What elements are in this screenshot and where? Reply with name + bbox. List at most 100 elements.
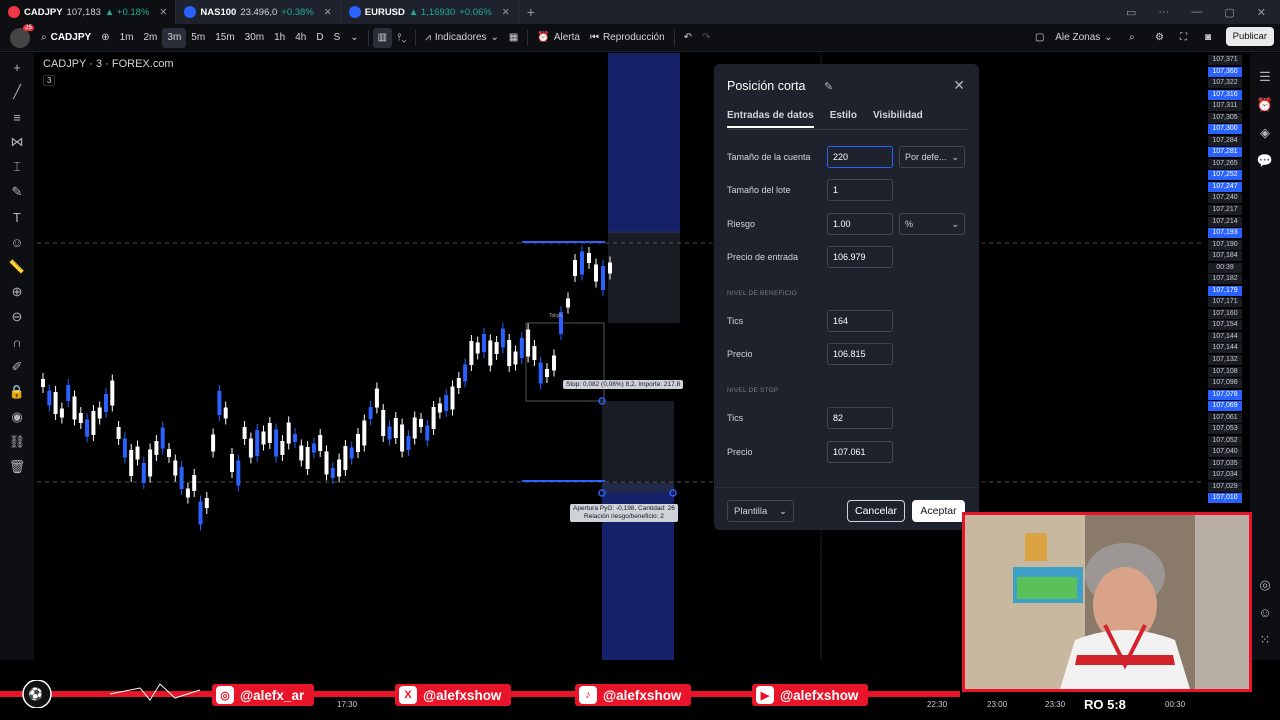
help-icon[interactable]: ◎ xyxy=(1259,577,1270,593)
profit-price-input[interactable] xyxy=(827,343,893,365)
trendline-icon[interactable]: ╱ xyxy=(8,84,26,100)
interval-s[interactable]: S xyxy=(329,24,346,52)
compare-icon[interactable]: ⊕ xyxy=(96,24,114,52)
snapshot-icon[interactable]: ◙ xyxy=(1200,24,1216,52)
divider xyxy=(527,29,529,46)
template-select[interactable]: Plantilla ⌄ xyxy=(727,500,794,522)
tab-inputs[interactable]: Entradas de datos xyxy=(727,110,814,128)
magnet-icon[interactable]: ∩ xyxy=(8,334,26,350)
candle-body xyxy=(425,425,430,441)
profit-ticks-row: Tics xyxy=(727,310,967,332)
replay-button[interactable]: ⏮ Reproducción xyxy=(585,24,670,52)
interval-3m[interactable]: 3m xyxy=(162,27,187,48)
interval-5m[interactable]: 5m xyxy=(186,24,210,52)
apps-icon[interactable]: ⁙ xyxy=(1260,632,1271,648)
entry-price-input[interactable] xyxy=(827,246,893,268)
tab-nas100[interactable]: NAS100 23.496,0 +0.38% ✕ xyxy=(176,0,341,24)
account-currency-select[interactable]: Por defe... ⌄ xyxy=(899,146,965,168)
indicator-count[interactable]: 3 xyxy=(43,75,56,86)
price-axis-label: 107,029 xyxy=(1208,481,1242,492)
time-axis[interactable]: 17:30 22:30 23:00 23:30 00:30 xyxy=(37,696,1205,716)
candle-body xyxy=(230,454,234,472)
emoji-icon[interactable]: ☺ xyxy=(8,234,26,250)
fullscreen-icon[interactable]: ⛶ xyxy=(1175,24,1192,52)
ruler-icon[interactable]: 📏 xyxy=(8,259,26,275)
tab-cadjpy[interactable]: CADJPY 107,183 ▲ +0.18% ✕ xyxy=(0,0,177,24)
stop-price-input[interactable] xyxy=(827,441,893,463)
crosshair-icon[interactable]: + xyxy=(8,59,26,75)
zoom-out-icon[interactable]: ⊖ xyxy=(8,309,26,325)
price-axis-label: 107,144 xyxy=(1208,331,1242,342)
interval-d[interactable]: D xyxy=(311,24,328,52)
lock-icon[interactable]: 🔒 xyxy=(8,384,26,400)
candle-body xyxy=(255,430,260,456)
symbol-search[interactable]: ⌕ CADJPY xyxy=(36,24,96,52)
tab-style[interactable]: Estilo xyxy=(830,110,857,128)
add-tab-icon[interactable]: + xyxy=(519,4,543,20)
link-icon[interactable]: ⛓ xyxy=(8,434,26,450)
interval-1m[interactable]: 1m xyxy=(115,24,139,52)
price-axis-label: 107,035 xyxy=(1208,458,1242,469)
candle-body xyxy=(280,441,285,455)
zoom-in-icon[interactable]: ⊕ xyxy=(8,284,26,300)
more-icon[interactable]: ··· xyxy=(1158,6,1169,18)
risk-unit-select[interactable]: % ⌄ xyxy=(899,213,965,235)
fib-icon[interactable]: ≡ xyxy=(8,109,26,125)
candles-icon[interactable]: ▥ xyxy=(372,27,393,48)
time-label: 23:30 xyxy=(1045,700,1066,709)
stop-tooltip-text: Stop: 0,082 (0,08%) 8,2, Importe: 217.8 xyxy=(566,381,681,388)
layers-icon[interactable]: ◈ xyxy=(1260,125,1270,141)
community-icon[interactable]: ☺ xyxy=(1258,605,1271,620)
accept-button[interactable]: Aceptar xyxy=(912,500,965,522)
stop-ticks-input[interactable] xyxy=(827,407,893,429)
chat-icon[interactable]: 💬 xyxy=(1257,153,1273,169)
pattern-icon[interactable]: ⋈ xyxy=(8,134,26,150)
alerts-icon[interactable]: ⏰ xyxy=(1257,97,1273,113)
candle-body xyxy=(261,431,266,445)
eye-icon[interactable]: ◉ xyxy=(8,409,26,425)
redo-icon[interactable]: ↷ xyxy=(697,24,715,52)
publish-button[interactable]: Publicar xyxy=(1225,27,1274,46)
settings-icon[interactable]: ⚙ xyxy=(1150,24,1169,52)
tab-eurusd[interactable]: EURUSD ▲ 1,16930 +0.06% ✕ xyxy=(341,0,519,24)
indicators-button[interactable]: ⩘ Indicadores ⌄ xyxy=(420,24,504,52)
alert-button[interactable]: ⏰ Alerta xyxy=(532,24,585,52)
interval-1h[interactable]: 1h xyxy=(269,24,290,52)
indicator-template-icon[interactable]: ⫯⌄ xyxy=(392,24,411,52)
watchlist-icon[interactable]: ☰ xyxy=(1259,69,1271,85)
candle-body xyxy=(463,364,468,382)
window-close-icon[interactable]: ✕ xyxy=(1257,6,1266,19)
lot-size-input[interactable] xyxy=(827,179,893,201)
close-icon[interactable]: ✕ xyxy=(953,77,965,94)
quick-search-icon[interactable]: ⌕ xyxy=(1124,24,1140,52)
layout-select[interactable]: ▢ Ale Zonas ⌄ xyxy=(1030,24,1118,52)
maximize-icon[interactable]: ▢ xyxy=(1224,6,1234,19)
chevron-down-icon[interactable]: ⌄ xyxy=(345,24,363,52)
interval-2m[interactable]: 2m xyxy=(138,24,162,52)
lock-drawing-icon[interactable]: ✐ xyxy=(8,359,26,375)
brush-icon[interactable]: ✎ xyxy=(8,184,26,200)
profit-ticks-input[interactable] xyxy=(827,310,893,332)
risk-input[interactable] xyxy=(827,213,893,235)
account-size-input[interactable] xyxy=(827,146,893,168)
close-icon[interactable]: ✕ xyxy=(502,7,510,18)
cancel-button[interactable]: Cancelar xyxy=(847,500,905,522)
templates-icon[interactable]: ▦ xyxy=(504,24,523,52)
text-icon[interactable]: T xyxy=(8,209,26,225)
avatar[interactable]: 25 xyxy=(10,24,34,48)
interval-15m[interactable]: 15m xyxy=(210,24,239,52)
time-label: 17:30 xyxy=(337,700,358,709)
close-icon[interactable]: ✕ xyxy=(159,7,167,18)
interval-4h[interactable]: 4h xyxy=(290,24,311,52)
measure-icon[interactable]: ⌶ xyxy=(8,159,26,175)
undo-icon[interactable]: ↶ xyxy=(679,24,697,52)
close-icon[interactable]: ✕ xyxy=(324,7,332,18)
price-axis-label: 107,265 xyxy=(1208,158,1242,169)
edit-icon[interactable]: ✎ xyxy=(824,80,833,93)
candle-body xyxy=(343,446,348,470)
layout-icon[interactable]: ▭ xyxy=(1126,6,1136,19)
interval-30m[interactable]: 30m xyxy=(240,24,269,52)
trash-icon[interactable]: 🗑 xyxy=(8,459,26,475)
minimize-icon[interactable]: — xyxy=(1191,6,1202,18)
tab-visibility[interactable]: Visibilidad xyxy=(873,110,923,128)
